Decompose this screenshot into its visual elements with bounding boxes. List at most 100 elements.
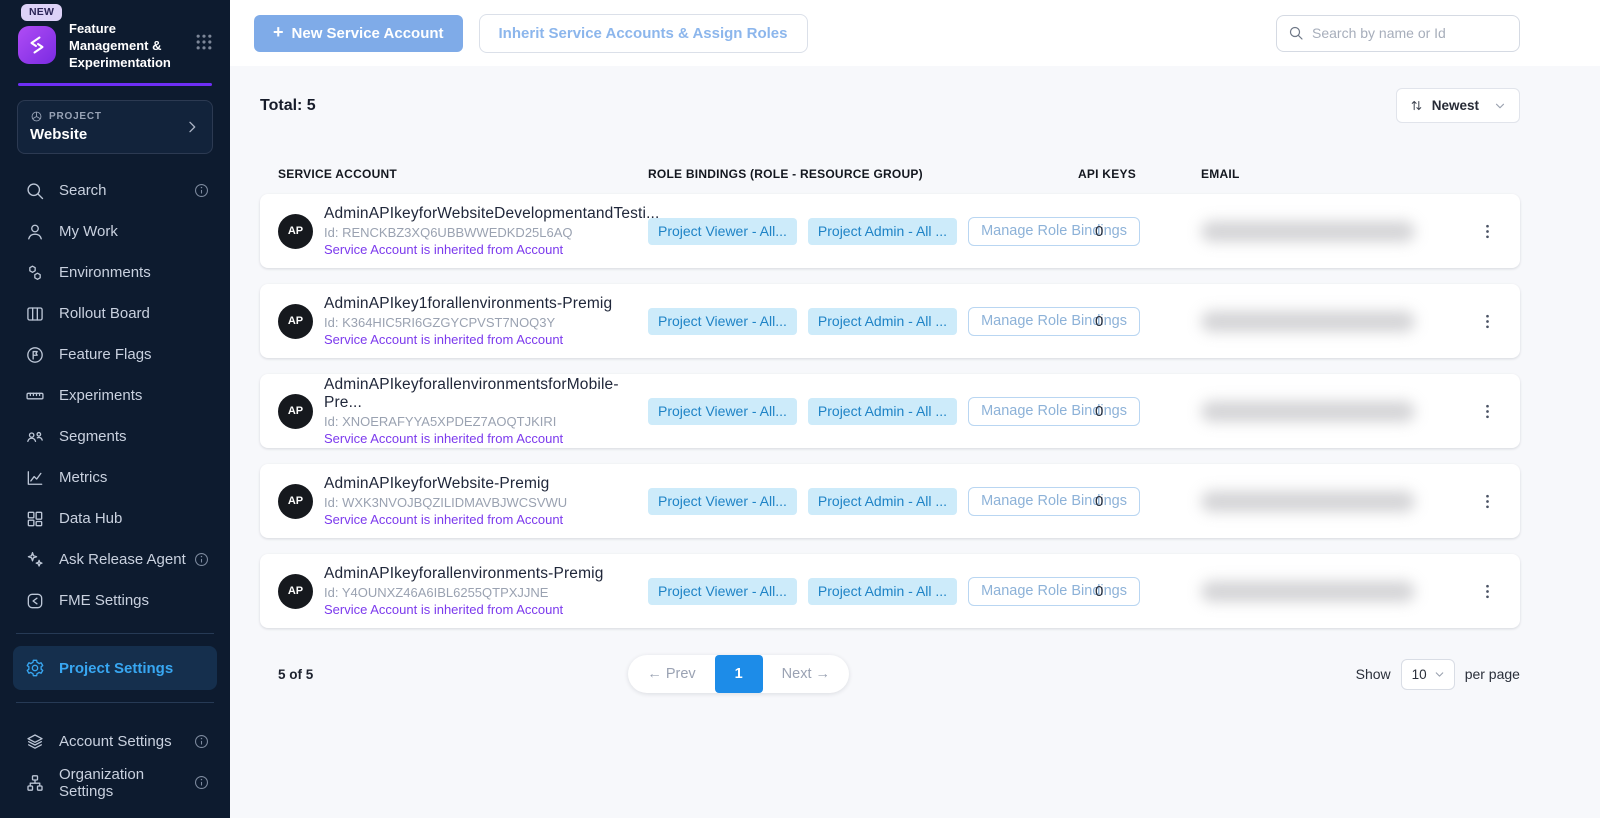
avatar: AP <box>278 304 313 339</box>
product-logo <box>18 26 56 64</box>
grid-icon <box>25 509 45 529</box>
next-page-button[interactable]: Next → <box>763 655 849 693</box>
project-label: PROJECT <box>49 111 102 122</box>
col-header-service-account: SERVICE ACCOUNT <box>278 167 648 181</box>
email-redacted <box>1201 401 1415 422</box>
row-menu-button[interactable] <box>1474 398 1502 425</box>
sidebar-item-search[interactable]: Search <box>0 170 230 211</box>
sidebar-item-organization-settings[interactable]: Organization Settings <box>0 762 230 803</box>
prev-page-button[interactable]: ← Prev <box>628 655 714 693</box>
sidebar-item-feature-flags[interactable]: Feature Flags <box>0 334 230 375</box>
sidebar-item-label: Environments <box>59 264 151 281</box>
page-count: 5 of 5 <box>260 667 480 682</box>
chevron-down-icon <box>1433 668 1446 681</box>
kebab-icon <box>1478 582 1498 601</box>
sparkles-icon <box>25 550 45 570</box>
inherited-note: Service Account is inherited from Accoun… <box>324 332 648 347</box>
email-redacted <box>1201 491 1415 512</box>
page-size-select[interactable]: 10 <box>1401 659 1455 690</box>
sidebar-item-label: FME Settings <box>59 592 149 609</box>
service-account-name[interactable]: AdminAPIkeyforallenvironments-Premig <box>324 565 648 583</box>
new-service-account-button[interactable]: + New Service Account <box>254 15 463 52</box>
page-size-control: Show 10 per page <box>1356 659 1520 690</box>
sidebar-item-my-work[interactable]: My Work <box>0 211 230 252</box>
divider <box>16 633 214 634</box>
role-binding-badge: Project Admin - All ... <box>808 218 957 245</box>
search-box <box>1276 15 1520 52</box>
current-page[interactable]: 1 <box>715 655 763 693</box>
role-binding-badge: Project Admin - All ... <box>808 578 957 605</box>
service-account-name[interactable]: AdminAPIkey1forallenvironments-Premig <box>324 295 648 313</box>
search-icon <box>1288 25 1304 41</box>
layers-icon <box>25 732 45 752</box>
sidebar-item-fme-settings[interactable]: FME Settings <box>0 580 230 621</box>
sidebar-item-experiments[interactable]: Experiments <box>0 375 230 416</box>
sidebar-item-project-settings[interactable]: Project Settings <box>13 646 217 690</box>
info-icon[interactable] <box>193 182 210 199</box>
sidebar-item-label: Project Settings <box>59 660 173 677</box>
chevron-right-icon <box>184 119 200 135</box>
pagination: 5 of 5 ← Prev 1 Next → Show 10 per page <box>260 655 1520 693</box>
table-row: AP AdminAPIkey1forallenvironments-Premig… <box>260 284 1520 358</box>
service-account-id: Id: Y4OUNXZ46A6IBL6255QTPXJJNE <box>324 585 648 600</box>
row-menu-button[interactable] <box>1474 578 1502 605</box>
sidebar-item-rollout-board[interactable]: Rollout Board <box>0 293 230 334</box>
kebab-icon <box>1478 402 1498 421</box>
sidebar-item-segments[interactable]: Segments <box>0 416 230 457</box>
email-redacted <box>1201 221 1415 242</box>
table-header-row: SERVICE ACCOUNT ROLE BINDINGS (ROLE - RE… <box>260 167 1520 181</box>
main-area: + New Service Account Inherit Service Ac… <box>230 0 1600 818</box>
split-logo-icon <box>25 33 49 57</box>
product-title: Feature Management & Experimentation <box>69 20 189 71</box>
row-menu-button[interactable] <box>1474 218 1502 245</box>
user-icon <box>25 222 45 242</box>
sidebar-item-label: Organization Settings <box>59 766 193 800</box>
app-switcher-icon[interactable] <box>194 32 214 52</box>
plus-icon: + <box>273 22 284 43</box>
service-account-id: Id: RENCKBZ3XQ6UBBWWEDKD25L6AQ <box>324 225 648 240</box>
role-binding-badge: Project Viewer - All... <box>648 398 797 425</box>
project-selector[interactable]: PROJECT Website <box>17 100 213 154</box>
info-icon[interactable] <box>193 774 210 791</box>
sidebar-item-environments[interactable]: Environments <box>0 252 230 293</box>
hexagons-icon <box>25 263 45 283</box>
sort-dropdown[interactable]: Newest <box>1396 88 1520 123</box>
inherit-service-accounts-button[interactable]: Inherit Service Accounts & Assign Roles <box>479 14 808 53</box>
new-service-account-label: New Service Account <box>292 25 444 42</box>
role-binding-badge: Project Viewer - All... <box>648 308 797 335</box>
flag-icon <box>25 345 45 365</box>
sidebar-item-label: Experiments <box>59 387 142 404</box>
row-menu-button[interactable] <box>1474 308 1502 335</box>
sidebar-item-label: Ask Release Agent <box>59 551 186 568</box>
org-icon <box>25 773 45 793</box>
api-keys-count: 0 <box>1078 223 1201 240</box>
role-binding-badge: Project Admin - All ... <box>808 308 957 335</box>
chart-icon <box>25 468 45 488</box>
api-keys-count: 0 <box>1078 493 1201 510</box>
role-binding-badge: Project Viewer - All... <box>648 488 797 515</box>
api-keys-count: 0 <box>1078 313 1201 330</box>
sidebar-item-account-settings[interactable]: Account Settings <box>0 721 230 762</box>
row-menu-button[interactable] <box>1474 488 1502 515</box>
info-icon[interactable] <box>193 733 210 750</box>
sidebar-nav: Search My Work Environments Rollout Boar… <box>0 170 230 621</box>
sort-arrows-icon <box>1409 98 1424 113</box>
sidebar-item-data-hub[interactable]: Data Hub <box>0 498 230 539</box>
sidebar-item-metrics[interactable]: Metrics <box>0 457 230 498</box>
service-account-id: Id: K364HIC5RI6GZGYCPVST7NOQ3Y <box>324 315 648 330</box>
topbar: + New Service Account Inherit Service Ac… <box>230 0 1600 66</box>
role-binding-badge: Project Viewer - All... <box>648 218 797 245</box>
sidebar-bottom-nav: Account Settings Organization Settings <box>0 721 230 803</box>
sidebar-item-ask-release-agent[interactable]: Ask Release Agent <box>0 539 230 580</box>
search-input[interactable] <box>1312 25 1508 41</box>
divider <box>16 702 214 703</box>
info-icon[interactable] <box>193 551 210 568</box>
pager: ← Prev 1 Next → <box>628 655 849 693</box>
kebab-icon <box>1478 222 1498 241</box>
service-account-name[interactable]: AdminAPIkeyforWebsiteDevelopmentandTesti… <box>324 205 648 223</box>
sidebar-item-label: Account Settings <box>59 733 172 750</box>
service-account-name[interactable]: AdminAPIkeyforallenvironmentsforMobile-P… <box>324 376 648 412</box>
service-account-name[interactable]: AdminAPIkeyforWebsite-Premig <box>324 475 648 493</box>
sidebar-item-label: Segments <box>59 428 127 445</box>
service-account-id: Id: WXK3NVOJBQZILIDMAVBJWCSVWU <box>324 495 648 510</box>
